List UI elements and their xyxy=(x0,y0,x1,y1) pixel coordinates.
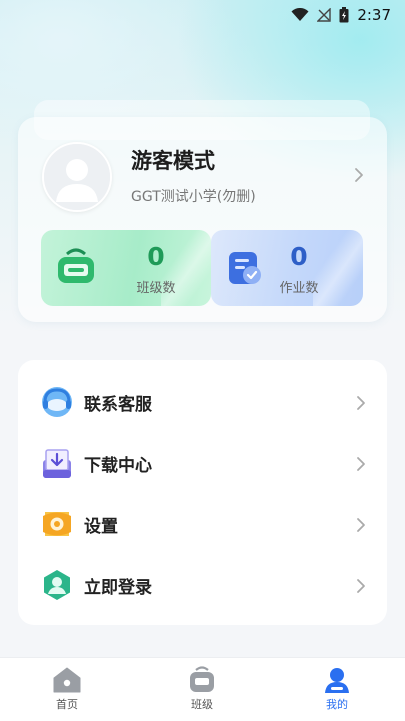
nav-label: 班级 xyxy=(191,698,213,711)
menu-item-label: 联系客服 xyxy=(84,395,152,415)
default-avatar-icon xyxy=(44,144,110,210)
class-icon xyxy=(58,248,94,283)
customer-service-icon xyxy=(42,387,72,417)
class-count: 0 xyxy=(147,242,165,271)
class-count-card[interactable]: 0 班级数 xyxy=(41,230,211,306)
profile-school: GGT测试小学(勿删) xyxy=(131,189,256,205)
status-time: 2:37 xyxy=(357,6,391,24)
menu-item-login[interactable]: 立即登录 xyxy=(18,556,387,616)
menu-item-label: 设置 xyxy=(84,517,118,537)
menu-item-customer-service[interactable]: 联系客服 xyxy=(18,373,387,433)
status-bar: 2:37 xyxy=(0,0,405,30)
chevron-right-icon xyxy=(357,579,365,593)
homework-count-card[interactable]: 0 作业数 xyxy=(211,230,363,306)
bottom-nav: 首页 班级 我的 xyxy=(0,657,405,721)
chevron-right-icon xyxy=(357,518,365,532)
login-user-icon xyxy=(44,570,70,600)
battery-icon xyxy=(339,7,349,23)
wifi-icon xyxy=(291,8,309,21)
homework-count: 0 xyxy=(290,242,308,271)
menu-item-settings[interactable]: 设置 xyxy=(18,495,387,555)
profile-card[interactable]: 游客模式 GGT测试小学(勿删) 0 班级数 0 作业数 xyxy=(18,117,387,322)
home-icon xyxy=(53,667,81,693)
avatar[interactable] xyxy=(42,142,112,212)
homework-count-label: 作业数 xyxy=(279,281,319,296)
menu-item-label: 下载中心 xyxy=(84,456,152,476)
chevron-right-icon xyxy=(357,457,365,471)
nav-label: 我的 xyxy=(326,698,348,711)
nav-item-class[interactable]: 班级 xyxy=(172,666,232,712)
chevron-right-icon[interactable] xyxy=(354,167,364,183)
class-icon xyxy=(190,666,214,692)
profile-name: 游客模式 xyxy=(131,149,215,173)
nav-item-home[interactable]: 首页 xyxy=(37,666,97,712)
settings-icon xyxy=(43,512,71,536)
nav-item-mine[interactable]: 我的 xyxy=(307,666,367,712)
nav-label: 首页 xyxy=(56,698,78,711)
menu-item-label: 立即登录 xyxy=(84,578,152,598)
class-count-label: 班级数 xyxy=(136,281,176,296)
menu-card: 联系客服 下载中心 设置 立即登录 xyxy=(18,360,387,625)
chevron-right-icon xyxy=(357,396,365,410)
profile-icon xyxy=(325,668,349,693)
homework-icon xyxy=(229,252,261,284)
download-tray-icon xyxy=(43,449,71,478)
no-signal-icon xyxy=(317,8,332,22)
menu-item-download-center[interactable]: 下载中心 xyxy=(18,434,387,494)
